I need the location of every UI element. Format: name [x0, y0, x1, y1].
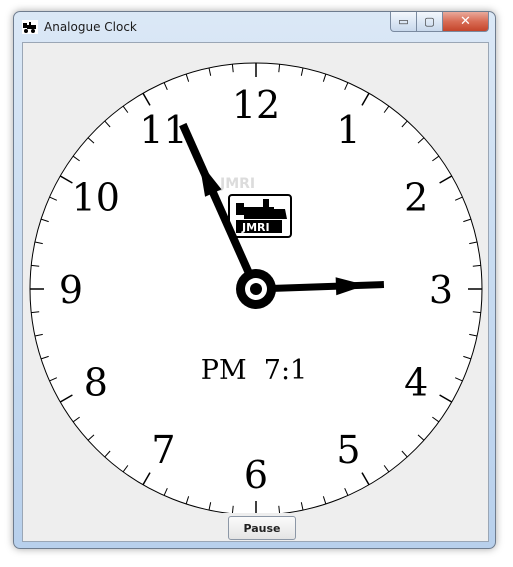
- hub-center: [250, 283, 262, 295]
- clock-numeral: 4: [404, 361, 428, 405]
- time-display: PM 7:1: [201, 355, 307, 386]
- clock-panel: 12 1 2 3 4 5 6 7 8 9 10 11 JMRI JMRI PM 7:1: [22, 42, 489, 542]
- minimize-button[interactable]: ▭: [390, 12, 417, 32]
- clock-numeral: 12: [232, 83, 280, 127]
- jmri-logo: JMRI: [228, 194, 292, 238]
- clock-numeral: 9: [59, 268, 83, 312]
- window-controls: ▭ ▢ ✕: [390, 12, 489, 32]
- app-window: Analogue Clock ▭ ▢ ✕ 12 1 2 3 4 5 6 7 8 9 10 11 JMR…: [13, 11, 496, 549]
- logo-text: JMRI: [241, 221, 270, 234]
- clock-numeral: 6: [244, 453, 268, 497]
- close-icon: ✕: [460, 14, 471, 29]
- clock-numeral: 1: [336, 108, 360, 152]
- window-title: Analogue Clock: [44, 20, 137, 34]
- clock-numeral: 11: [139, 108, 187, 152]
- clock-numeral: 7: [151, 428, 175, 472]
- maximize-icon: ▢: [424, 15, 435, 28]
- close-button[interactable]: ✕: [443, 12, 489, 32]
- minimize-icon: ▭: [398, 15, 409, 28]
- clock-numeral: 10: [72, 176, 120, 220]
- watermark-text: JMRI: [219, 176, 255, 192]
- clock-numeral: 8: [84, 361, 108, 405]
- clock-numeral: 3: [429, 268, 453, 312]
- pause-button[interactable]: Pause: [228, 516, 296, 540]
- clock-face: 12 12 3 45 6 78 9 10 11 JMRI JMRI PM 7:1: [29, 62, 483, 513]
- jmri-locomotive-icon: [22, 20, 38, 34]
- clock-numeral: 5: [336, 428, 360, 472]
- maximize-button[interactable]: ▢: [417, 12, 443, 32]
- title-bar[interactable]: Analogue Clock ▭ ▢ ✕: [14, 12, 495, 42]
- clock-numeral: 2: [404, 176, 428, 220]
